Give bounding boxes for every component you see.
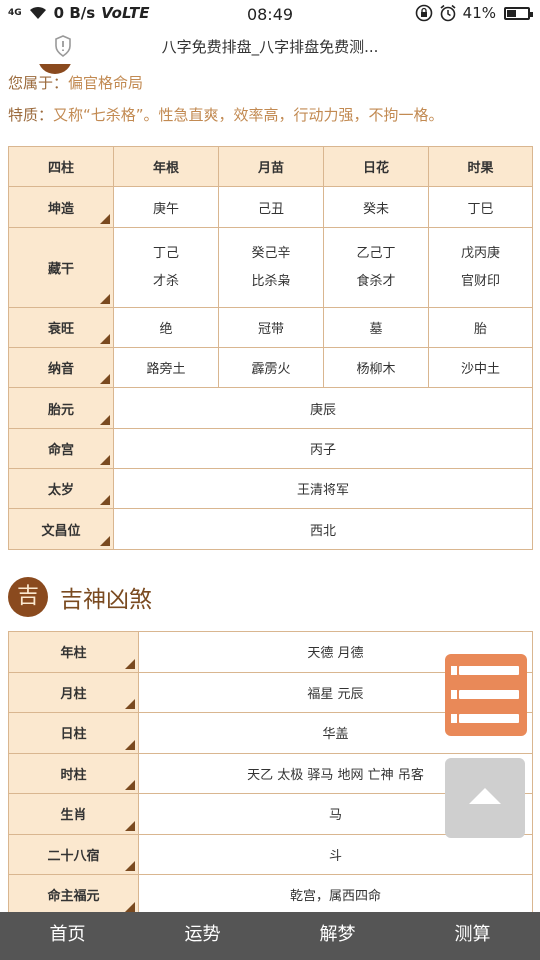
nav-divination[interactable]: 测算 [405,912,540,960]
table-cell: 胎 [428,307,533,348]
status-right: 41% [415,4,533,22]
bazi-header-row: 四柱 年根 月苗 日花 时果 [8,146,533,187]
bazi-row-shuaiwang: 衰旺 绝 冠带 墓 胎 [8,307,533,348]
row-label-kunzao[interactable]: 坤造 [8,186,114,228]
pattern-label: 您属于： [8,74,69,92]
status-bar: 4G 0 B/s VoLTE 08:49 41% [0,0,540,30]
row-label-taisui[interactable]: 太岁 [8,468,114,509]
table-cell: 乾宫，属西四命 [138,874,533,912]
bazi-row-kunzao: 坤造 庚午 己丑 癸未 丁巳 [8,186,533,228]
table-cell: 冠带 [218,307,324,348]
bazi-row-taiyuan: 胎元 庚辰 [8,387,533,429]
table-cell: 乙己丁 食杀才 [323,227,429,308]
bazi-row-nayin: 纳音 路旁土 霹雳火 杨柳木 沙中土 [8,347,533,388]
header-pillars: 四柱 [8,146,114,187]
bazi-row-minggong: 命宫 丙子 [8,428,533,469]
lucky-icon: 吉 [8,577,48,617]
table-row: 二十八宿 斗 [8,833,533,875]
table-cell: 沙中土 [428,347,533,388]
table-cell: 庚辰 [113,387,533,429]
header-hour: 时果 [428,146,533,187]
trait-line: 特质：又称“七杀格”。性急直爽，效率高，行动力强，不拘一格。 [8,104,444,125]
menu-button[interactable] [445,654,527,736]
header-month: 月苗 [218,146,324,187]
table-cell: 斗 [138,833,533,875]
table-cell: 墓 [323,307,429,348]
back-to-top-button[interactable] [445,758,525,838]
table-cell: 丁巳 [428,186,533,228]
pattern-line: 您属于：偏官格命局 [8,72,143,93]
table-cell: 霹雳火 [218,347,324,388]
header-year: 年根 [113,146,219,187]
row-label-xiu[interactable]: 二十八宿 [8,833,139,875]
row-label-wenchang[interactable]: 文昌位 [8,508,114,550]
row-label-fuyuan[interactable]: 命主福元 [8,874,139,912]
page-title[interactable]: 八字免费排盘_八字排盘免费测... [0,36,540,57]
table-cell: 杨柳木 [323,347,429,388]
pattern-value: 偏官格命局 [68,74,144,92]
arrow-up-icon [469,788,501,804]
table-cell: 己丑 [218,186,324,228]
browser-title-bar[interactable]: 八字免费排盘_八字排盘免费测... [0,30,540,64]
bazi-row-canggan: 藏干 丁己 才杀 癸己辛 比杀枭 乙己丁 食杀才 戊丙庚 官财印 [8,227,533,308]
table-row: 命主福元 乾宫，属西四命 [8,874,533,912]
row-label-nianzhu[interactable]: 年柱 [8,631,139,673]
row-label-taiyuan[interactable]: 胎元 [8,387,114,429]
alarm-icon [440,4,456,22]
table-cell: 癸己辛 比杀枭 [218,227,324,308]
header-day: 日花 [323,146,429,187]
battery-percent: 41% [462,4,496,22]
row-label-shengxiao[interactable]: 生肖 [8,793,139,835]
table-cell: 丙子 [113,428,533,469]
battery-icon [504,6,533,20]
table-cell: 王清将军 [113,468,533,509]
bazi-row-wenchang: 文昌位 西北 [8,508,533,550]
table-cell: 庚午 [113,186,219,228]
table-cell: 丁己 才杀 [113,227,219,308]
row-label-shuaiwang[interactable]: 衰旺 [8,307,114,348]
nav-home[interactable]: 首页 [0,912,135,960]
bazi-row-taisui: 太岁 王清将军 [8,468,533,509]
bazi-table: 四柱 年根 月苗 日花 时果 坤造 庚午 己丑 癸未 丁巳 藏干 丁己 才杀 癸己… [8,146,533,550]
table-cell: 西北 [113,508,533,550]
nav-dream[interactable]: 解梦 [270,912,405,960]
table-cell: 癸未 [323,186,429,228]
row-label-rizhu[interactable]: 日柱 [8,712,139,754]
section-title: 吉神凶煞 [60,587,152,613]
table-cell: 戊丙庚 官财印 [428,227,533,308]
row-label-nayin[interactable]: 纳音 [8,347,114,388]
row-label-canggan[interactable]: 藏干 [8,227,114,308]
bottom-nav: 首页 运势 解梦 测算 [0,912,540,960]
table-cell: 绝 [113,307,219,348]
row-label-minggong[interactable]: 命宫 [8,428,114,469]
nav-fortune[interactable]: 运势 [135,912,270,960]
row-label-shizhu[interactable]: 时柱 [8,752,139,794]
lock-rotation-icon [415,4,432,22]
trait-label: 特质： [8,106,54,124]
table-cell: 路旁土 [113,347,219,388]
trait-value: 又称“七杀格”。性急直爽，效率高，行动力强，不拘一格。 [53,106,444,124]
row-label-yuezhu[interactable]: 月柱 [8,671,139,713]
